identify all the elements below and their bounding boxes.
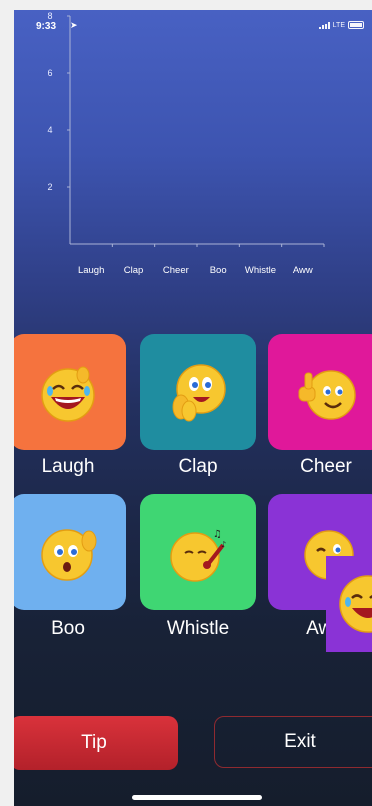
clapping-emoji-icon: [172, 364, 226, 422]
shocked-emoji-icon: [41, 529, 97, 581]
laughing-emoji-icon: [339, 575, 372, 633]
laughing-emoji-icon: [41, 366, 95, 422]
reaction-label-clap: Clap: [178, 456, 218, 477]
reaction-label-whistle: Whistle: [166, 618, 230, 639]
whistle-emoji-icon: ♫ ♪: [170, 529, 226, 582]
svg-text:♪: ♪: [221, 540, 226, 549]
reaction-button-boo[interactable]: [14, 494, 126, 610]
x-tick-label: Whistle: [245, 265, 276, 276]
x-tick-label: Clap: [124, 265, 144, 276]
reaction-button-laugh[interactable]: [14, 334, 126, 450]
exit-button[interactable]: Exit: [214, 716, 372, 768]
reaction-label-cheer: Cheer: [300, 456, 352, 477]
x-tick-label: Laugh: [78, 265, 104, 276]
svg-text:♫: ♫: [213, 529, 222, 540]
home-indicator: [132, 795, 262, 800]
x-tick-label: Boo: [210, 265, 227, 276]
reaction-label-boo: Boo: [51, 618, 85, 639]
thumbs-up-emoji-icon: [298, 370, 356, 420]
app-screen: 9:33 ➤ LTE 8 6 4 2 Laugh Clap Cheer Boo Whistle A…: [14, 10, 372, 806]
y-tick-label: 6: [47, 68, 52, 78]
x-tick-label: Aww: [293, 265, 313, 276]
tip-button[interactable]: Tip: [14, 716, 178, 770]
y-tick-label: 4: [47, 125, 52, 135]
reaction-chart: 8 6 4 2 Laugh Clap Cheer Boo Whistle Aww: [47, 11, 325, 276]
y-tick-label: 2: [47, 182, 52, 192]
reaction-button-clap[interactable]: [140, 334, 256, 450]
x-tick-label: Cheer: [163, 265, 189, 276]
y-tick-label: 8: [47, 11, 52, 21]
floating-reaction-overlay: [326, 556, 372, 652]
reaction-button-whistle[interactable]: ♫ ♪: [140, 494, 256, 610]
reaction-label-laugh: Laugh: [41, 456, 95, 477]
reaction-button-cheer[interactable]: [268, 334, 372, 450]
